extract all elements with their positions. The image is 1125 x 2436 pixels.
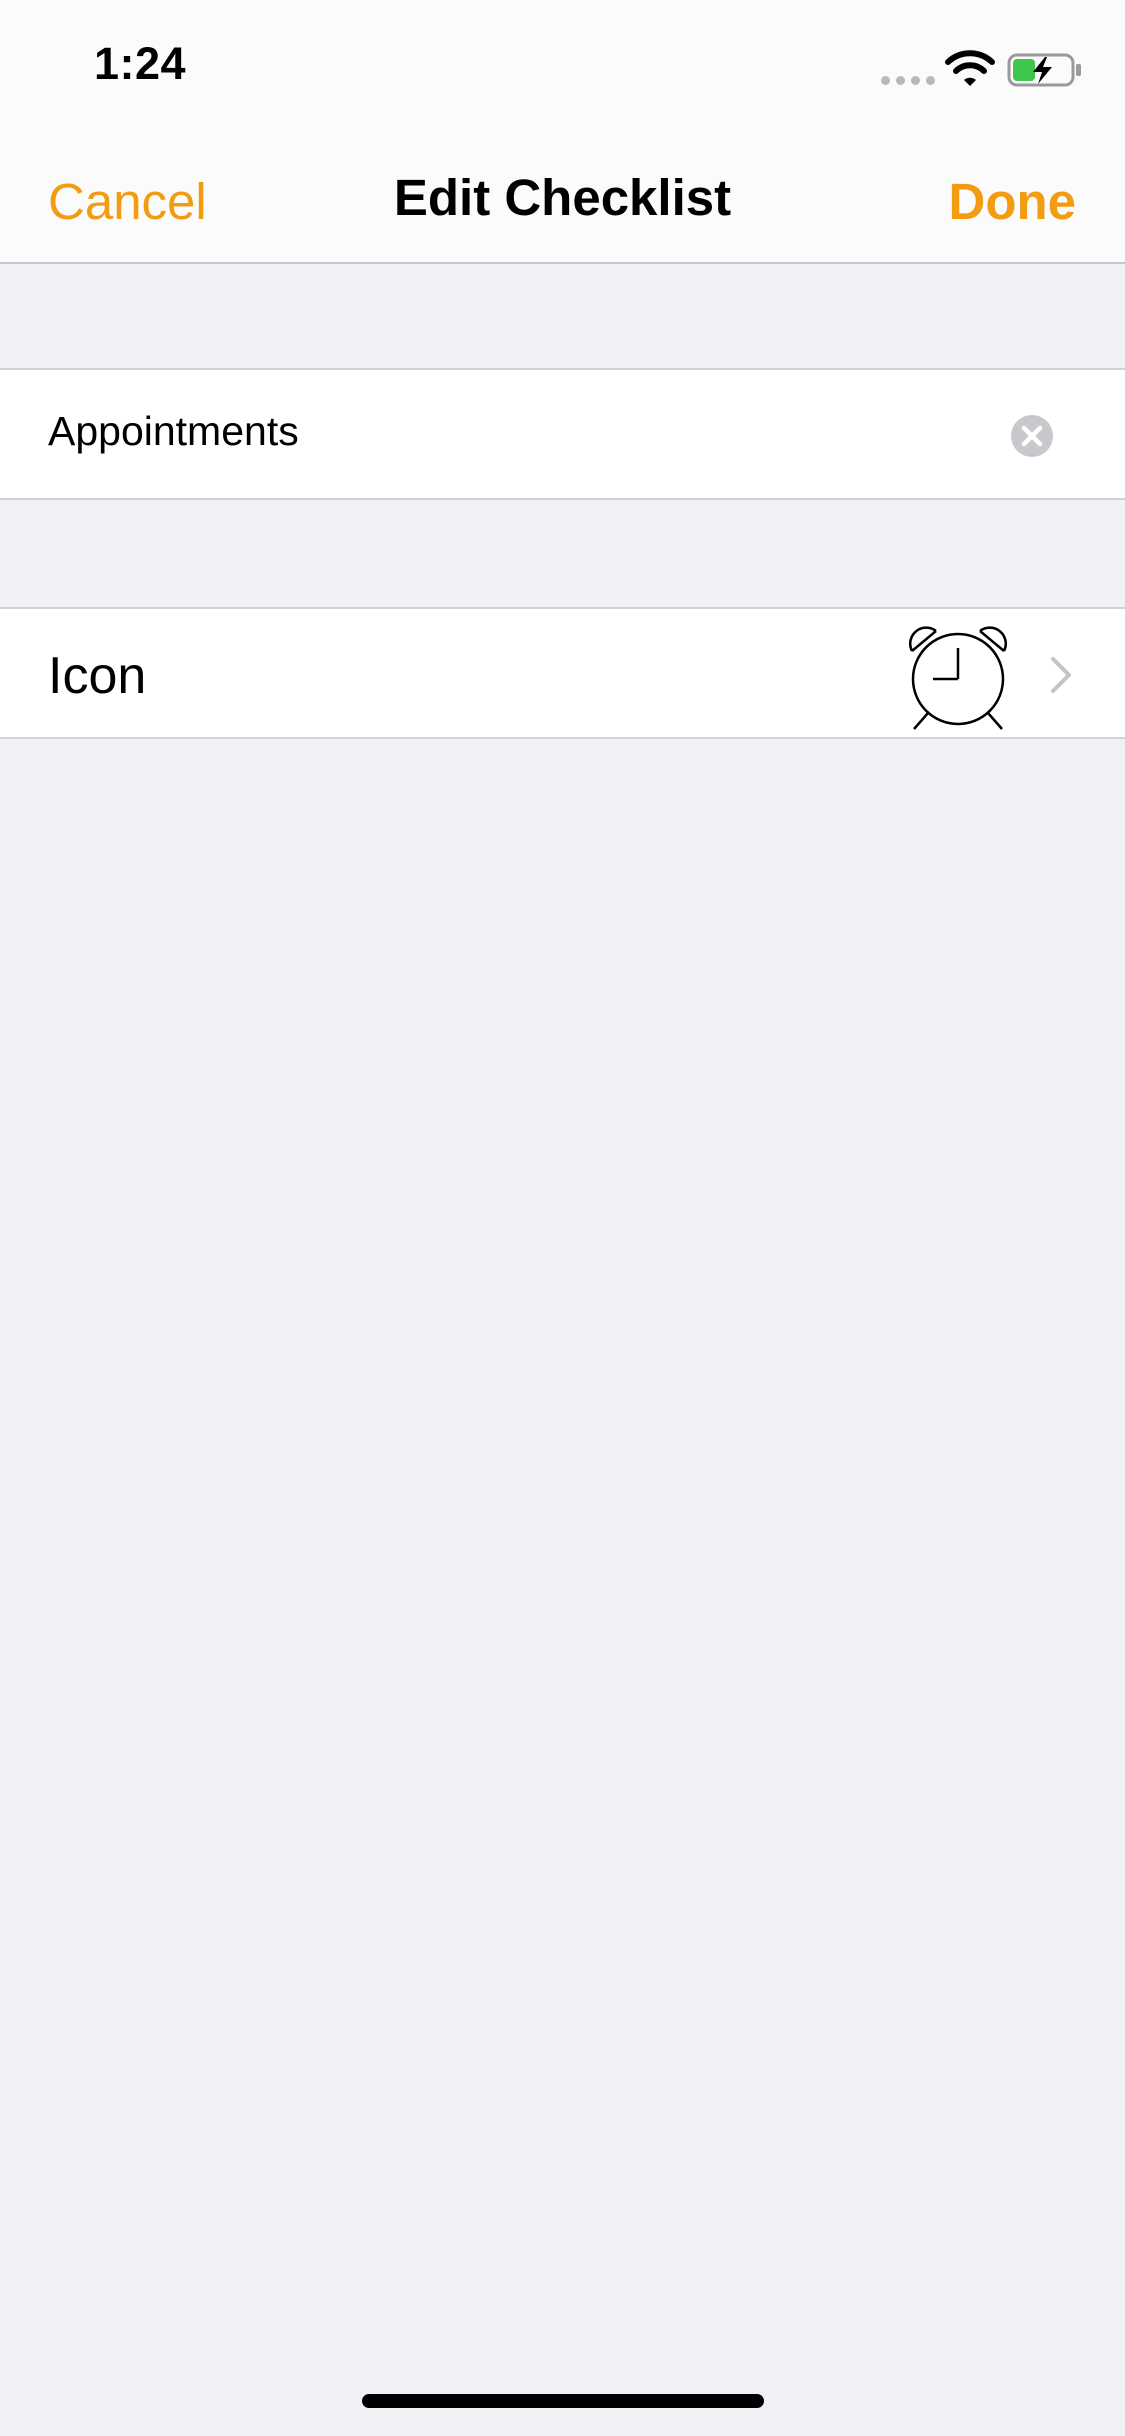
- icon-row-label: Icon: [48, 647, 147, 705]
- checklist-name-row: [0, 368, 1125, 500]
- clear-text-icon[interactable]: [1011, 415, 1053, 457]
- battery-charging-icon: [1007, 53, 1081, 87]
- navigation-header: 1:24 Cancel Edit Checklist Done: [0, 0, 1125, 264]
- cellular-signal-icon: [881, 76, 935, 85]
- alarm-clock-icon: [908, 626, 1008, 730]
- done-button[interactable]: Done: [949, 172, 1077, 231]
- chevron-right-icon: [1051, 657, 1071, 693]
- home-indicator[interactable]: [362, 2394, 764, 2408]
- checklist-name-input[interactable]: [48, 408, 948, 455]
- icon-picker-row[interactable]: Icon: [0, 607, 1125, 739]
- wifi-icon: [945, 50, 995, 86]
- status-time: 1:24: [94, 38, 187, 89]
